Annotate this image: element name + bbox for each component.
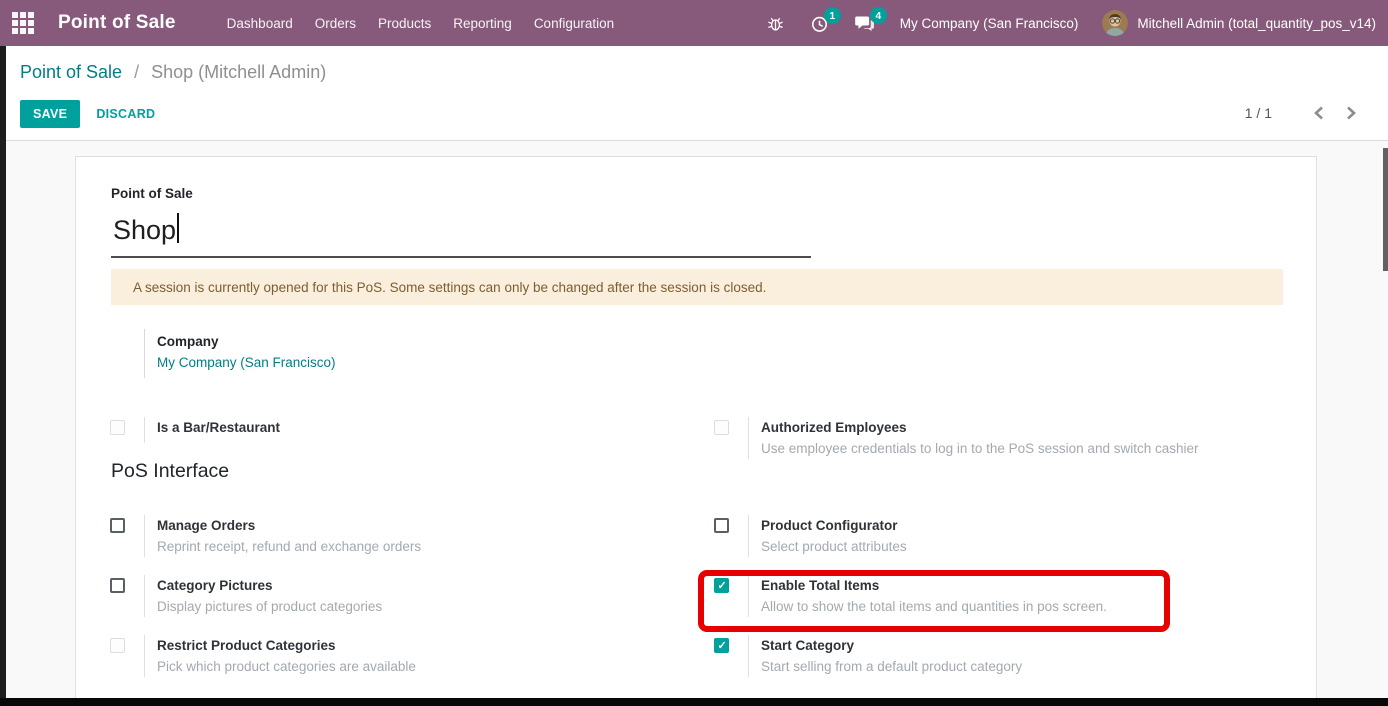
checkbox-product-configurator[interactable] (714, 518, 729, 533)
company-value-link[interactable]: My Company (San Francisco) (157, 352, 336, 374)
option-desc: Allow to show the total items and quanti… (761, 596, 1107, 617)
top-navbar: Point of Sale Dashboard Orders Products … (0, 0, 1388, 46)
save-button[interactable]: SAVE (20, 100, 80, 128)
option-label: Authorized Employees (761, 417, 1198, 438)
window-bottom-strip (0, 698, 1388, 706)
option-label: Start Category (761, 635, 1022, 656)
option-category-pictures: Category Pictures Display pictures of pr… (110, 575, 670, 617)
option-authorized-employees: Authorized Employees Use employee creden… (714, 417, 1304, 459)
form-view: Point of Sale Shop A session is currentl… (0, 141, 1388, 706)
option-desc: Reprint receipt, refund and exchange ord… (157, 536, 421, 557)
nav-orders[interactable]: Orders (304, 0, 367, 46)
option-start-category: Start Category Start selling from a defa… (714, 635, 1304, 677)
main-nav: Dashboard Orders Products Reporting Conf… (216, 0, 625, 46)
option-restrict-product-categories: Restrict Product Categories Pick which p… (110, 635, 670, 677)
pager-previous-button[interactable] (1306, 100, 1332, 126)
odoo-pos-settings-screen: Point of Sale Dashboard Orders Products … (0, 0, 1388, 706)
checkbox-authorized-employees[interactable] (714, 420, 729, 435)
session-warning-banner: A session is currently opened for this P… (111, 269, 1283, 305)
checkbox-restrict-product-categories[interactable] (110, 638, 125, 653)
user-avatar (1102, 10, 1128, 36)
option-desc: Select product attributes (761, 536, 907, 557)
option-desc: Use employee credentials to log in to th… (761, 438, 1198, 459)
activities-button[interactable]: 1 (797, 0, 842, 46)
company-field-group: Company My Company (San Francisco) (144, 329, 336, 378)
breadcrumb: Point of Sale / Shop (Mitchell Admin) (20, 62, 326, 83)
app-title: Point of Sale (58, 12, 176, 34)
checkbox-category-pictures[interactable] (110, 578, 125, 593)
apps-grid-icon (11, 11, 35, 35)
checkbox-enable-total-items[interactable] (714, 578, 729, 593)
pager-count: 1 / 1 (1245, 105, 1272, 121)
company-switcher[interactable]: My Company (San Francisco) (888, 0, 1091, 46)
nav-configuration[interactable]: Configuration (523, 0, 625, 46)
window-edge-strip (0, 46, 6, 706)
messages-button[interactable]: 4 (842, 0, 888, 46)
settings-card: Point of Sale Shop A session is currentl… (75, 156, 1317, 706)
option-label: Restrict Product Categories (157, 635, 416, 656)
user-name: Mitchell Admin (total_quantity_pos_v14) (1137, 16, 1376, 31)
debug-menu-button[interactable] (754, 0, 797, 46)
activity-count-badge: 1 (824, 7, 841, 24)
text-cursor (177, 213, 179, 243)
nav-products[interactable]: Products (367, 0, 442, 46)
option-enable-total-items: Enable Total Items Allow to show the tot… (714, 575, 1164, 617)
option-desc: Display pictures of product categories (157, 596, 382, 617)
apps-menu-button[interactable] (0, 0, 46, 46)
chevron-left-icon (1313, 106, 1325, 120)
option-is-bar-restaurant: Is a Bar/Restaurant (110, 417, 670, 443)
breadcrumb-parent-link[interactable]: Point of Sale (20, 62, 122, 82)
section-title-pos-interface: PoS Interface (111, 460, 229, 483)
user-menu[interactable]: Mitchell Admin (total_quantity_pos_v14) (1090, 0, 1388, 46)
breadcrumb-separator: / (134, 62, 139, 82)
vertical-scrollbar-thumb[interactable] (1383, 148, 1388, 271)
option-label: Product Configurator (761, 515, 907, 536)
checkbox-is-bar-restaurant[interactable] (110, 420, 125, 435)
bug-icon (767, 15, 784, 32)
checkbox-manage-orders[interactable] (110, 518, 125, 533)
option-label: Enable Total Items (761, 575, 1107, 596)
pos-name-label: Point of Sale (111, 186, 193, 201)
record-pager: 1 / 1 (1245, 100, 1364, 126)
action-buttons: SAVE DISCARD (20, 100, 155, 128)
pager-next-button[interactable] (1338, 100, 1364, 126)
breadcrumb-current: Shop (Mitchell Admin) (151, 62, 326, 82)
discard-button[interactable]: DISCARD (96, 107, 155, 121)
option-desc: Pick which product categories are availa… (157, 656, 416, 677)
option-product-configurator: Product Configurator Select product attr… (714, 515, 1304, 557)
option-label: Manage Orders (157, 515, 421, 536)
checkbox-start-category[interactable] (714, 638, 729, 653)
pos-name-value: Shop (113, 215, 176, 245)
message-count-badge: 4 (870, 7, 887, 24)
option-label: Is a Bar/Restaurant (157, 417, 280, 438)
option-label: Category Pictures (157, 575, 382, 596)
company-name: My Company (San Francisco) (900, 16, 1079, 31)
option-manage-orders: Manage Orders Reprint receipt, refund an… (110, 515, 670, 557)
nav-reporting[interactable]: Reporting (442, 0, 523, 46)
topbar-right: 1 4 My Company (San Francisco) (754, 0, 1388, 46)
option-desc: Start selling from a default product cat… (761, 656, 1022, 677)
control-panel: Point of Sale / Shop (Mitchell Admin) SA… (0, 46, 1388, 141)
pos-name-input[interactable]: Shop (111, 207, 811, 258)
chevron-right-icon (1345, 106, 1357, 120)
nav-dashboard[interactable]: Dashboard (216, 0, 304, 46)
company-label: Company (157, 331, 336, 352)
